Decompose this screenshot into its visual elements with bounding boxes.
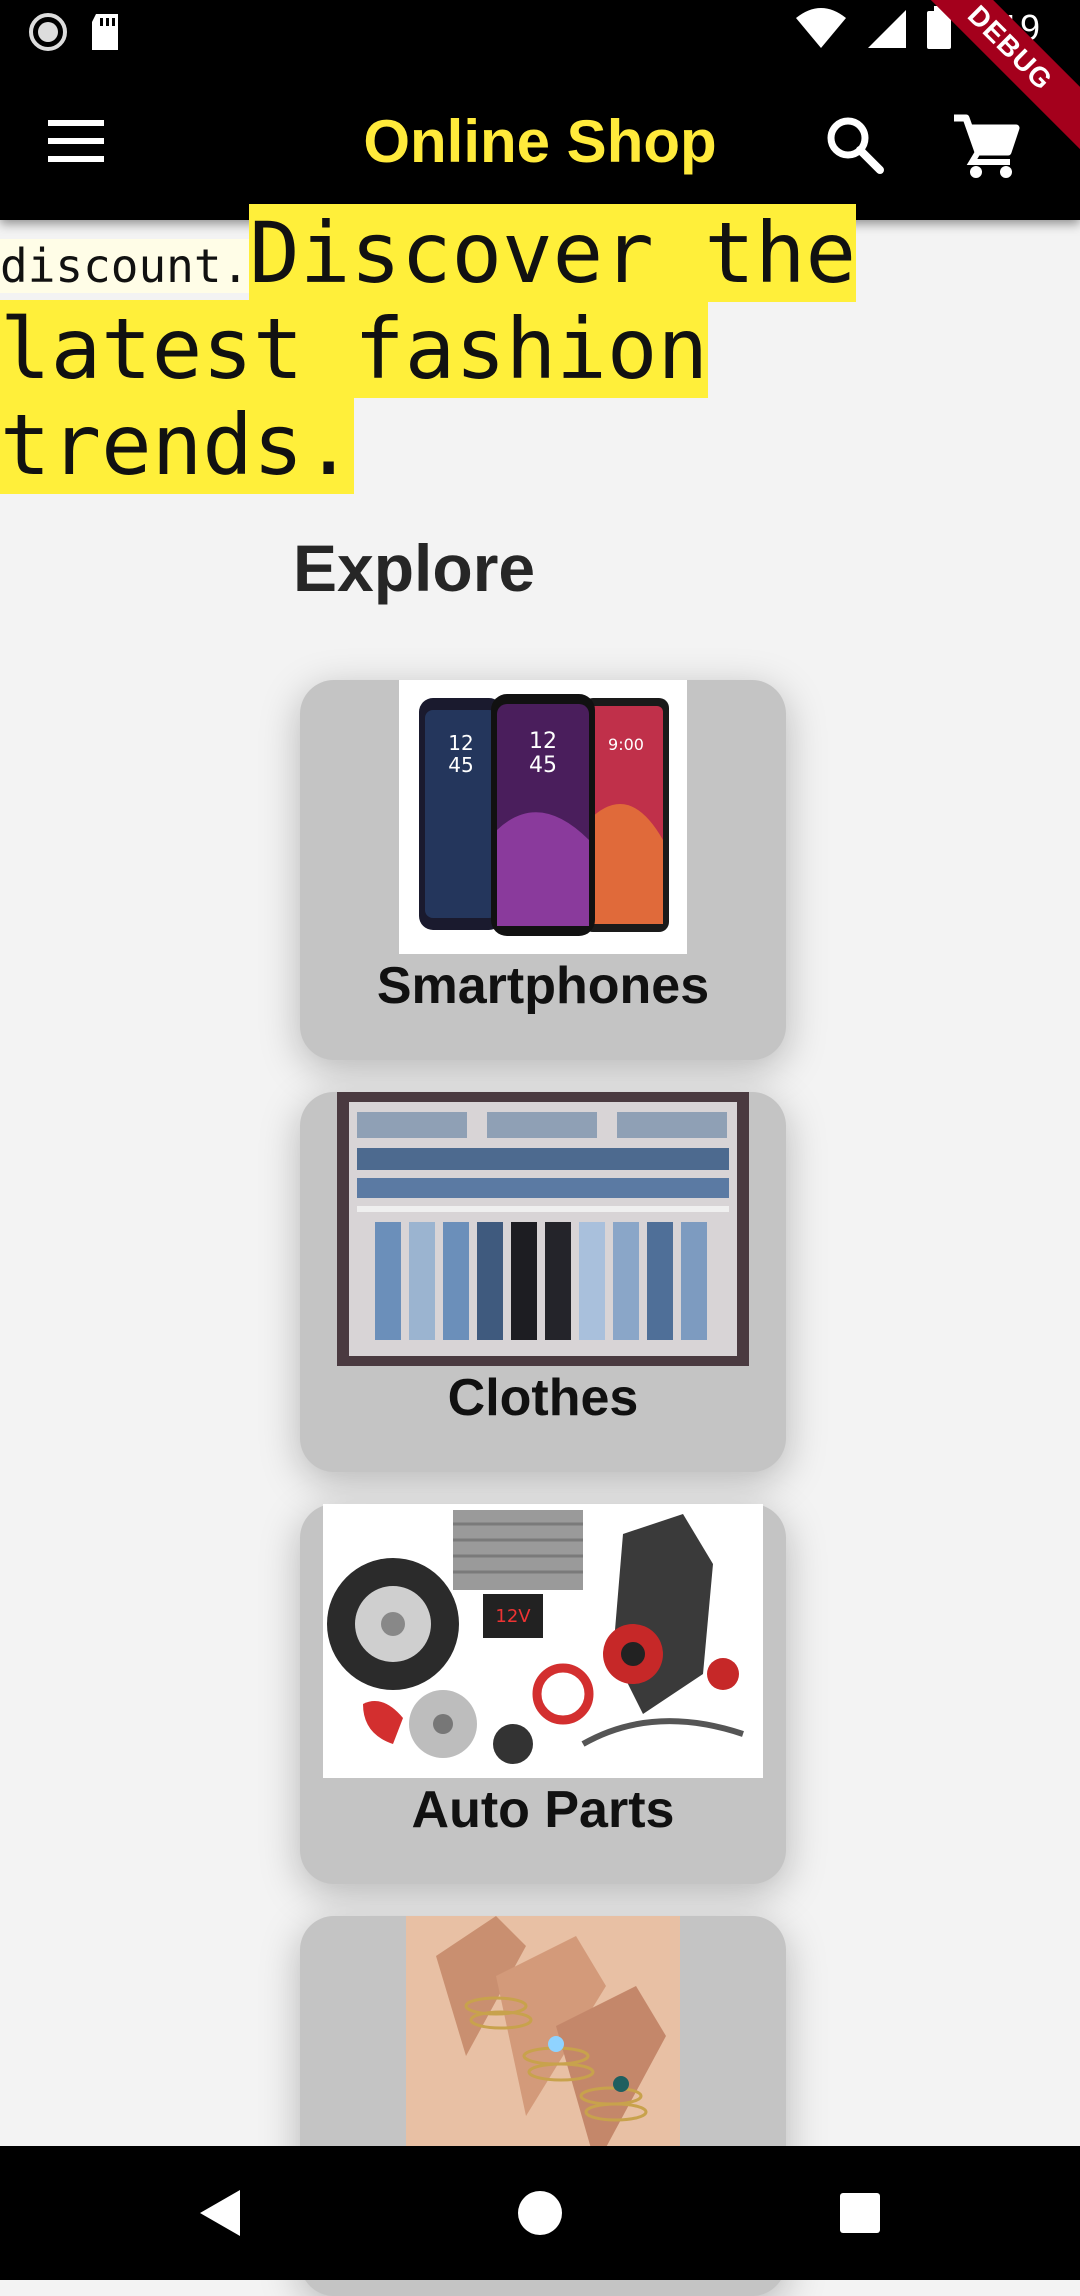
category-card-clothes[interactable]: Clothes: [300, 1092, 786, 1472]
svg-text:45: 45: [529, 753, 557, 778]
svg-text:12: 12: [529, 729, 557, 754]
explore-title: Explore: [293, 531, 536, 605]
promo-small-text: discount.: [0, 239, 250, 293]
sd-card-icon: [92, 14, 118, 50]
status-bar: 8:19: [0, 0, 1080, 66]
app-title: Online Shop: [363, 108, 717, 175]
home-icon: [518, 2191, 562, 2235]
search-icon[interactable]: [822, 112, 886, 176]
home-button[interactable]: [440, 2146, 640, 2280]
recents-icon: [840, 2193, 880, 2233]
system-nav-bar: [0, 2146, 1080, 2280]
record-icon: [29, 13, 67, 51]
app-bar: Online Shop: [0, 66, 1080, 220]
svg-text:12: 12: [448, 731, 473, 755]
category-card-auto-parts[interactable]: 12V Auto Parts: [300, 1504, 786, 1884]
recents-button[interactable]: [760, 2146, 960, 2280]
category-card-smartphones[interactable]: 12 45 9:00 12 45 Smartphones: [300, 680, 786, 1060]
svg-text:12V: 12V: [495, 1606, 531, 1627]
shopping-cart-icon[interactable]: [950, 110, 1020, 180]
status-left-icons: [28, 12, 122, 52]
svg-text:45: 45: [448, 753, 473, 777]
category-label: Smartphones: [376, 957, 710, 1015]
cell-signal-icon: [867, 10, 906, 48]
jeans-rack-image: [337, 1092, 749, 1366]
promo-text: discount.Discover the latest fashion tre…: [0, 204, 960, 494]
wifi-icon: [795, 8, 846, 48]
back-button[interactable]: [120, 2146, 320, 2280]
smartphones-image: 12 45 9:00 12 45: [399, 680, 687, 954]
category-label: Auto Parts: [411, 1781, 675, 1839]
auto-parts-image: 12V: [323, 1504, 763, 1778]
back-icon: [200, 2190, 240, 2236]
menu-icon[interactable]: [48, 120, 104, 162]
svg-text:9:00: 9:00: [608, 735, 644, 754]
category-label: Clothes: [447, 1369, 639, 1427]
